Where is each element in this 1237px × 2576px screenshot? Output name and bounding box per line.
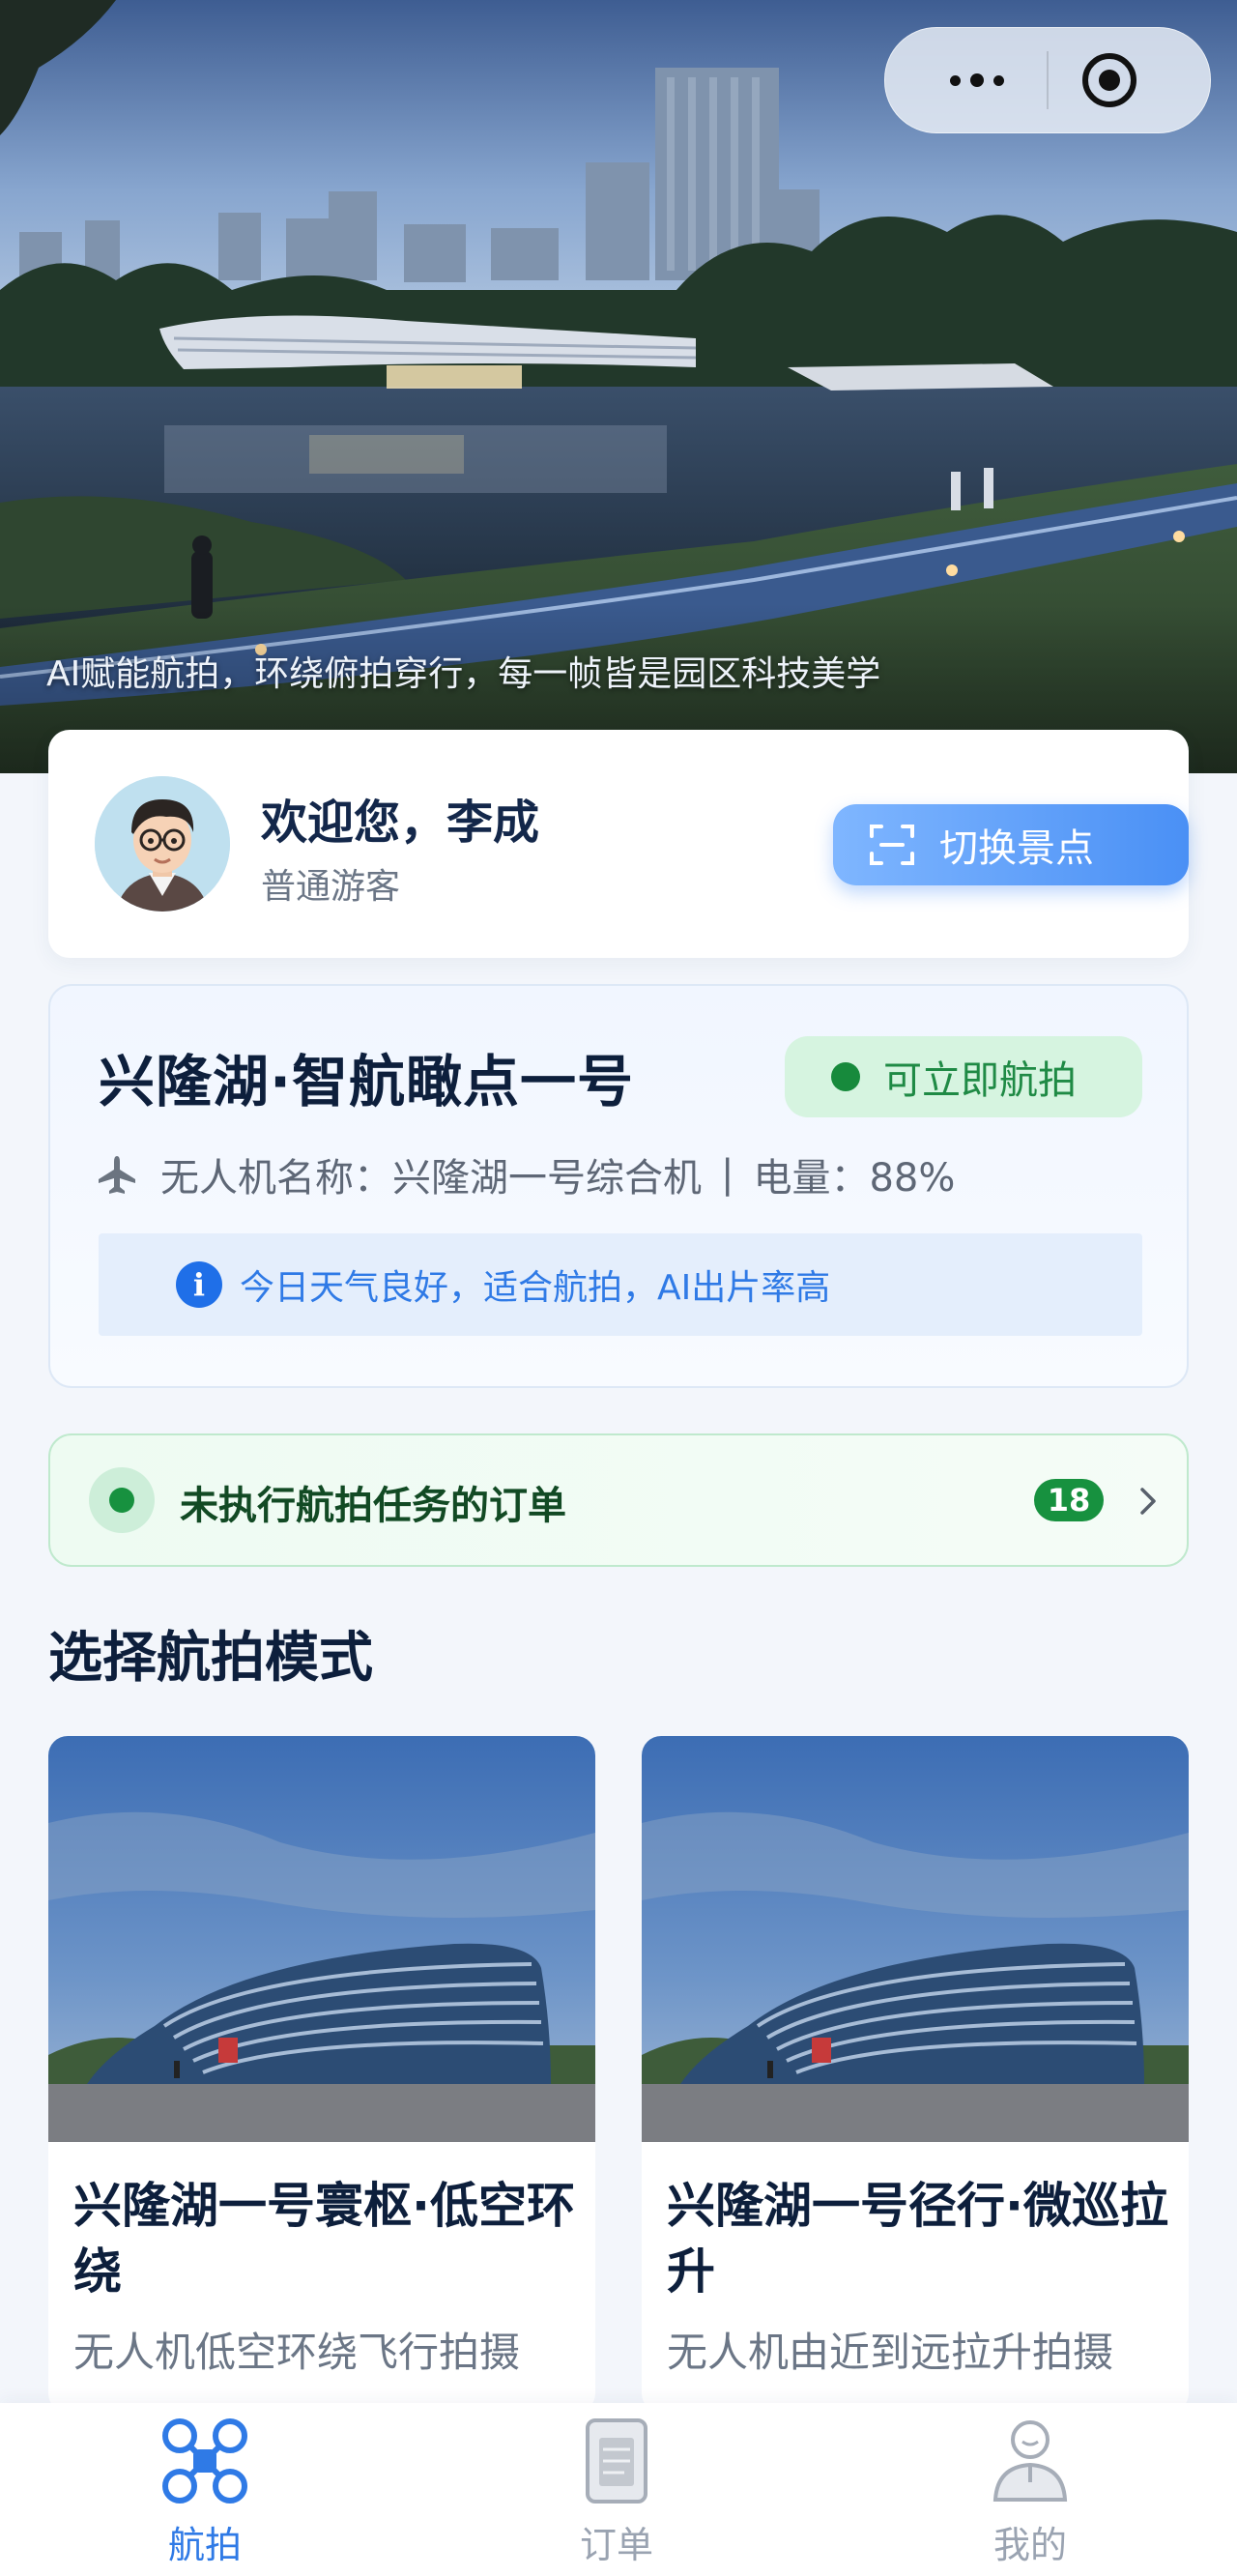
- welcome-card: 欢迎您，李成 普通游客 切换景点: [48, 730, 1189, 958]
- pending-orders-bar[interactable]: 未执行航拍任务的订单 18: [48, 1433, 1189, 1567]
- status-label: 可立即航拍: [883, 1058, 1077, 1103]
- mode-title: 兴隆湖一号径行·微巡拉升: [667, 2178, 1168, 2300]
- switch-spot-label: 切换景点: [939, 826, 1094, 871]
- mode-desc: 无人机低空环绕飞行拍摄: [73, 2329, 521, 2376]
- mini-program-capsule: [884, 27, 1211, 133]
- hero-banner: AI赋能航拍，环绕俯拍穿行，每一帧皆是园区科技美学: [0, 0, 1237, 773]
- pending-orders-label: 未执行航拍任务的订单: [180, 1484, 566, 1528]
- mode-card-orbit[interactable]: 兴隆湖一号寰枢·低空环绕 无人机低空环绕飞行拍摄: [48, 1736, 595, 2413]
- status-badge: 可立即航拍: [785, 1036, 1142, 1117]
- chevron-right-icon: [1140, 1488, 1156, 1515]
- user-role: 普通游客: [261, 867, 401, 907]
- avatar-image: [95, 776, 230, 912]
- mode-card-pullup[interactable]: 兴隆湖一号径行·微巡拉升 无人机由近到远拉升拍摄: [642, 1736, 1189, 2413]
- spot-info-card: 兴隆湖·智航瞰点一号 可立即航拍 无人机名称：兴隆湖一号综合机 | 电量：88%…: [48, 984, 1189, 1388]
- section-title: 选择航拍模式: [48, 1627, 373, 1690]
- mode-title: 兴隆湖一号寰枢·低空环绕: [73, 2178, 575, 2300]
- more-dots-icon[interactable]: [924, 61, 1030, 100]
- tab-label: 订单: [579, 2524, 653, 2566]
- order-icon: [586, 2418, 647, 2504]
- info-separator: |: [721, 1152, 734, 1197]
- status-dot-icon: [831, 1062, 860, 1091]
- drone-info-line: 无人机名称：兴隆湖一号综合机 | 电量：88%: [95, 1146, 955, 1202]
- mode-image: [48, 1736, 595, 2142]
- profile-icon: [992, 2420, 1068, 2502]
- pending-count-badge: 18: [1034, 1479, 1104, 1521]
- welcome-title: 欢迎您，李成: [261, 796, 540, 850]
- target-close-icon[interactable]: [1079, 49, 1140, 111]
- avatar[interactable]: [95, 776, 230, 912]
- info-icon: i: [176, 1261, 222, 1308]
- mode-desc: 无人机由近到远拉升拍摄: [667, 2329, 1114, 2376]
- spot-title: 兴隆湖·智航瞰点一号: [99, 1049, 635, 1114]
- scan-frame-icon: [870, 825, 914, 865]
- weather-tip-text: 今日天气良好，适合航拍，AI出片率高: [240, 1268, 831, 1308]
- pending-dot-icon: [89, 1467, 155, 1533]
- tab-label: 航拍: [167, 2524, 242, 2566]
- tab-aerial[interactable]: 航拍: [108, 2415, 302, 2569]
- tab-profile[interactable]: 我的: [934, 2415, 1127, 2569]
- airplane-icon: [99, 1156, 135, 1194]
- bottom-tab-bar: 航拍 订单 我的: [0, 2403, 1237, 2576]
- hero-caption: AI赋能航拍，环绕俯拍穿行，每一帧皆是园区科技美学: [46, 654, 881, 694]
- tab-orders[interactable]: 订单: [520, 2415, 713, 2569]
- switch-spot-button[interactable]: 切换景点: [833, 804, 1189, 885]
- capsule-divider: [1047, 51, 1049, 109]
- mode-image: [642, 1736, 1189, 2142]
- drone-name: 无人机名称：兴隆湖一号综合机: [160, 1156, 702, 1201]
- tab-label: 我的: [992, 2524, 1067, 2566]
- drone-icon: [162, 2418, 247, 2504]
- weather-tip: i 今日天气良好，适合航拍，AI出片率高: [99, 1233, 1142, 1336]
- battery-level: 电量：88%: [753, 1156, 956, 1201]
